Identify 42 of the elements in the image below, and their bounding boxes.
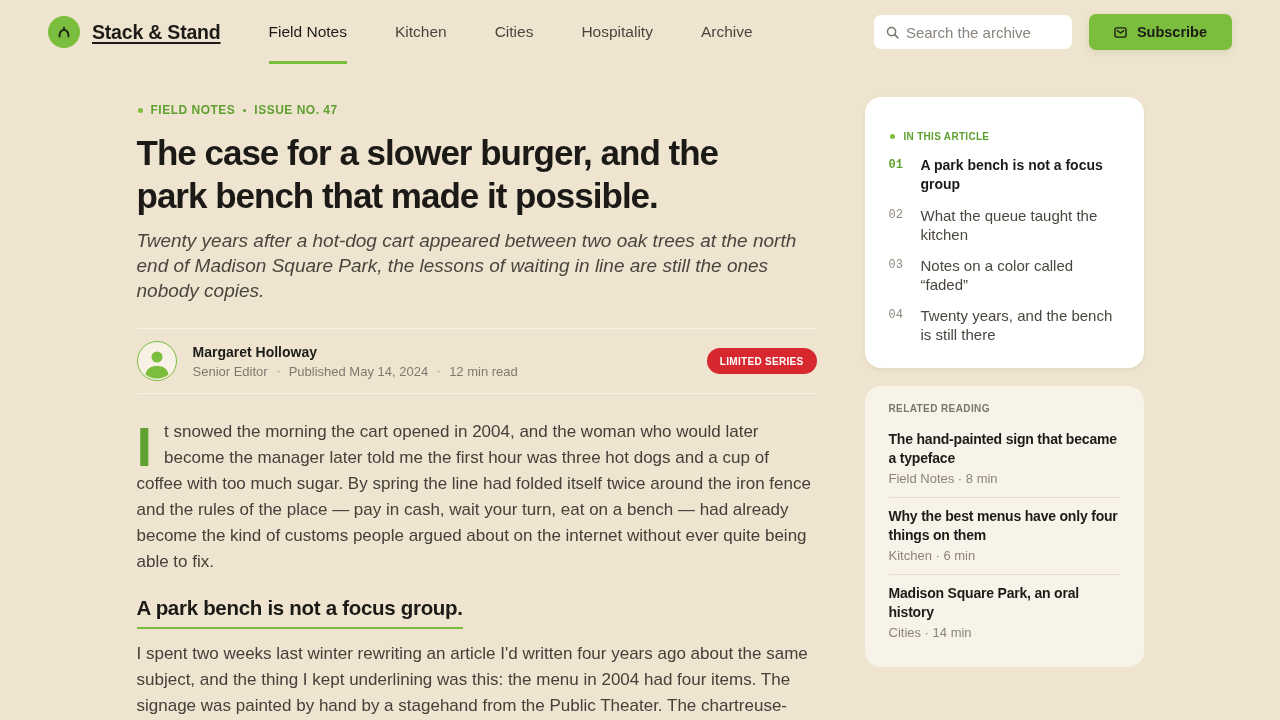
- dot-icon: [889, 133, 895, 139]
- nav-tab[interactable]: Archive: [700, 0, 753, 64]
- related-meta: Cities · 14 min: [888, 624, 972, 642]
- nav-tab[interactable]: Hospitality: [581, 0, 653, 64]
- nav-tab[interactable]: Field Notes: [268, 0, 347, 64]
- section-heading: A park bench is not a focus group.: [136, 595, 463, 629]
- toc-number: 02: [888, 207, 903, 224]
- related-link[interactable]: Why the best menus have only four things on them: [888, 507, 1120, 545]
- toc-number: 01: [888, 157, 903, 174]
- article-title: The case for a slower burger, and the park bench that made it possible.: [136, 132, 719, 217]
- toc-link[interactable]: Notes on a color called “faded”: [920, 256, 1120, 294]
- avatar-icon: [136, 341, 177, 381]
- search-icon: [885, 26, 899, 39]
- related-meta: Field Notes · 8 min: [888, 470, 998, 488]
- toc-link[interactable]: A park bench is not a focus group: [920, 156, 1120, 194]
- brand-link[interactable]: Stack & Stand: [92, 20, 221, 44]
- byline-meta: 12 min read: [449, 363, 518, 380]
- toc-number: 04: [888, 307, 903, 324]
- related-heading: RELATED READING: [888, 402, 990, 416]
- toc-link[interactable]: Twenty years, and the bench is still there: [920, 306, 1120, 344]
- related-link[interactable]: Madison Square Park, an oral history: [888, 584, 1120, 622]
- toc-link[interactable]: What the queue taught the kitchen: [920, 206, 1120, 244]
- byline-meta: Senior Editor: [192, 363, 268, 380]
- dot-icon: [137, 107, 143, 113]
- related-meta: Kitchen · 6 min: [888, 547, 976, 565]
- related-link[interactable]: The hand-painted sign that became a typeface: [888, 430, 1120, 468]
- nav-tab[interactable]: Cities: [494, 0, 534, 64]
- body-paragraph: I spent two weeks last winter rewriting an article I'd written four years ago about the same subject, and the thing I kept underlining was this: the menu in 2004 had four items. The signage was painted by hand by a stagehand from the Public Theater. The chartreuse-: [136, 643, 809, 717]
- toc-number: 03: [888, 257, 903, 274]
- search-field[interactable]: Search the archive: [873, 15, 1072, 49]
- toc-heading: IN THIS ARTICLE: [903, 130, 990, 142]
- byline-meta: Published May 14, 2024: [288, 363, 429, 380]
- kicker-label: ISSUE NO. 47: [254, 103, 338, 117]
- subscribe-button[interactable]: Subscribe: [1088, 14, 1232, 50]
- article-subtitle: Twenty years after a hot-dog cart appeared between two oak trees at the north end of Madison Square Park, the lessons of waiting in line are still the ones nobody copies.: [136, 229, 798, 303]
- author-name: Margaret Holloway: [192, 342, 318, 361]
- mail-icon: [1113, 26, 1127, 38]
- nav-tab[interactable]: Kitchen: [394, 0, 447, 64]
- series-badge: LIMITED SERIES: [706, 348, 817, 374]
- logo-icon: [48, 16, 80, 48]
- separator-dot-icon: [243, 108, 247, 112]
- kicker-label: FIELD NOTES: [150, 103, 236, 117]
